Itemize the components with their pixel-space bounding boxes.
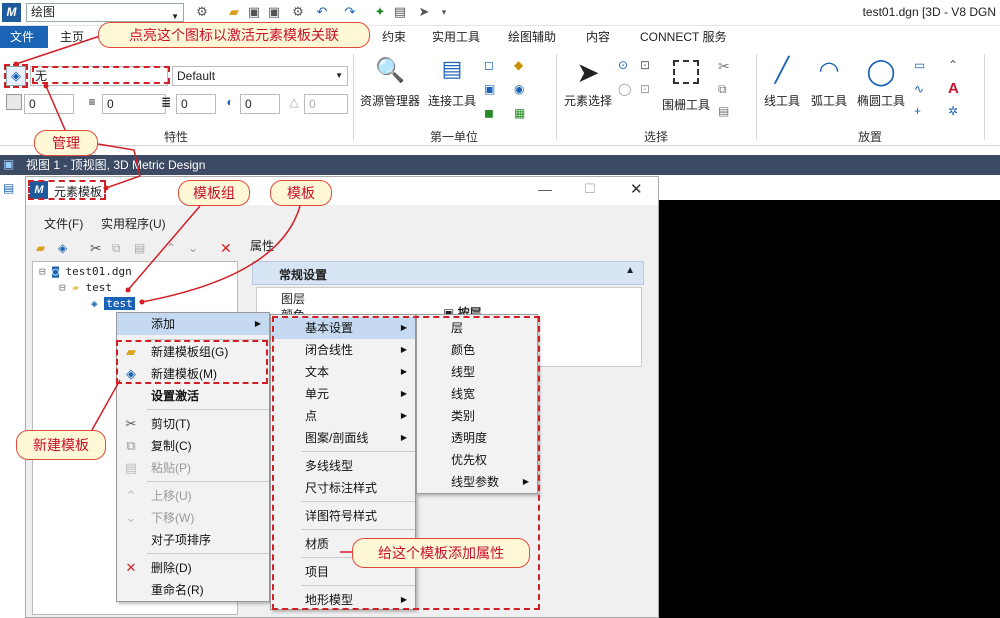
callout-new-template: 新建模板 [16,430,106,460]
callout-template: 模板 [270,180,332,206]
callout-manage: 管理 [34,130,98,156]
callout-activate: 点亮这个图标以激活元素模板关联 [98,22,370,48]
callout-template-group: 模板组 [178,180,250,206]
callout-add-properties: 给这个模板添加属性 [352,538,530,568]
callout-connectors [13,35,352,553]
